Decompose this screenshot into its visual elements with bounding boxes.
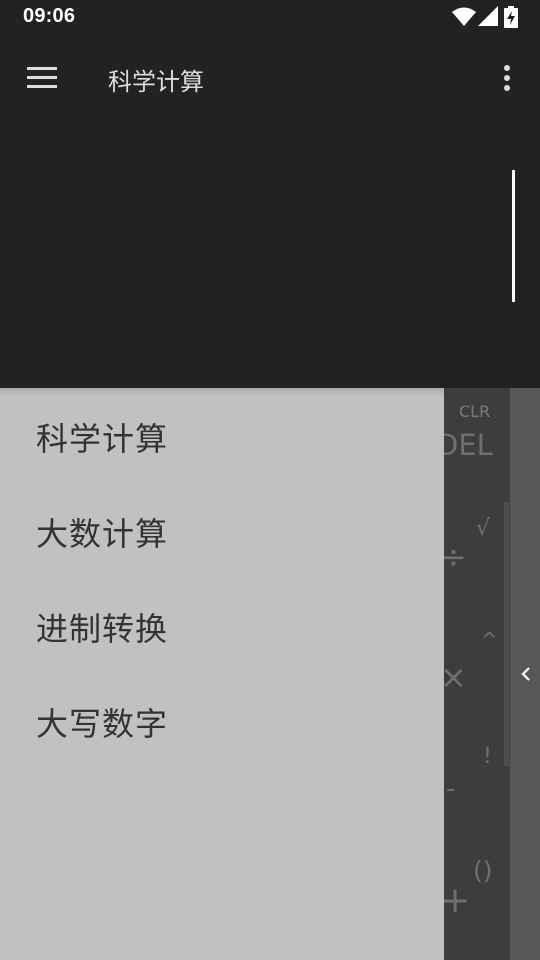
text-cursor	[512, 170, 515, 302]
cellular-signal-icon	[478, 6, 498, 26]
expression-display[interactable]	[0, 122, 540, 388]
navigation-drawer: 科学计算 大数计算 进制转换 大写数字	[0, 388, 444, 960]
drawer-item-base-conversion[interactable]: 进制转换	[0, 578, 444, 673]
hamburger-menu-icon[interactable]	[27, 67, 57, 89]
drawer-item-uppercase-numbers[interactable]: 大写数字	[0, 673, 444, 768]
drawer-item-label: 进制转换	[36, 610, 169, 648]
factorial-key[interactable]: !	[483, 744, 492, 769]
chevron-left-icon[interactable]	[520, 666, 532, 682]
drawer-item-label: 大数计算	[36, 515, 169, 553]
app-title: 科学计算	[108, 68, 204, 96]
screen: 09:06 科学计算 CLR DEL √ ÷ ^ × ! - () + 科学计算…	[0, 0, 540, 960]
multiply-key[interactable]: ×	[440, 658, 467, 696]
status-bar: 09:06	[0, 0, 540, 34]
clr-key[interactable]: CLR	[459, 402, 490, 421]
advanced-panel-handle[interactable]	[504, 388, 540, 960]
plus-key[interactable]: +	[440, 880, 470, 921]
parentheses-key[interactable]: ()	[473, 856, 493, 885]
power-key[interactable]: ^	[481, 628, 498, 652]
drawer-item-big-number[interactable]: 大数计算	[0, 483, 444, 578]
sqrt-key[interactable]: √	[476, 516, 490, 541]
drawer-item-scientific[interactable]: 科学计算	[0, 388, 444, 483]
app-bar: 科学计算	[0, 34, 540, 122]
minus-key[interactable]: -	[446, 774, 455, 804]
wifi-icon	[452, 7, 476, 26]
panel-divider	[504, 502, 509, 766]
drawer-item-label: 大写数字	[36, 705, 169, 743]
battery-charging-icon	[504, 6, 518, 28]
more-vertical-icon[interactable]	[498, 62, 516, 96]
status-time: 09:06	[23, 5, 76, 27]
divide-key[interactable]: ÷	[440, 538, 467, 576]
del-key[interactable]: DEL	[436, 428, 493, 462]
drawer-item-label: 科学计算	[36, 420, 169, 458]
